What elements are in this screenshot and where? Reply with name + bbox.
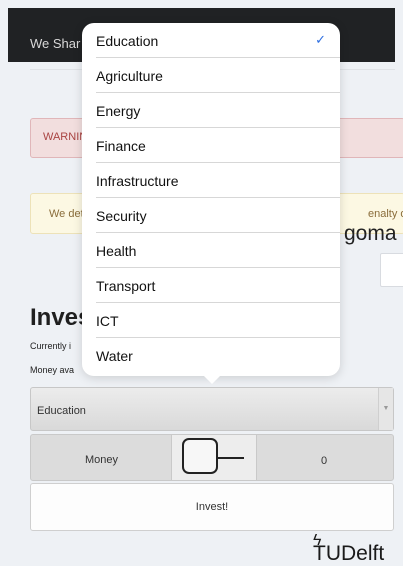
- warning-alert-text: WARNIN: [43, 131, 88, 143]
- option-label: Education: [96, 33, 159, 49]
- dropdown-option-water[interactable]: Water: [82, 338, 340, 373]
- dropdown-option-education[interactable]: Education ✓: [82, 23, 340, 58]
- region-tab[interactable]: [380, 253, 403, 287]
- option-label: Infrastructure: [96, 173, 179, 189]
- option-label: ICT: [96, 313, 119, 329]
- money-input-row: Money 0: [30, 434, 394, 481]
- dropdown-option-security[interactable]: Security: [82, 198, 340, 233]
- tudelft-logo: ϟ TUDelft: [313, 532, 385, 566]
- option-label: Agriculture: [96, 68, 163, 84]
- dropdown-option-health[interactable]: Health: [82, 233, 340, 268]
- money-slider[interactable]: [171, 435, 257, 480]
- option-label: Security: [96, 208, 147, 224]
- slider-thumb[interactable]: [182, 438, 218, 474]
- flame-icon: ϟ: [313, 532, 322, 549]
- dropdown-arrow: [202, 374, 222, 384]
- chevron-down-icon: ▼: [378, 388, 393, 430]
- option-label: Energy: [96, 103, 141, 119]
- dropdown-option-infrastructure[interactable]: Infrastructure: [82, 163, 340, 198]
- option-label: Health: [96, 243, 137, 259]
- logo-delft: Delft: [341, 542, 385, 565]
- dropdown-option-transport[interactable]: Transport: [82, 268, 340, 303]
- sector-select-value: Education: [37, 405, 86, 417]
- money-available-text: Money ava: [30, 365, 75, 375]
- currently-invested-text: Currently i: [30, 341, 72, 351]
- brand-title[interactable]: We Shar: [30, 36, 80, 51]
- region-heading: goma: [344, 222, 397, 245]
- option-label: Transport: [96, 278, 156, 294]
- penalty-alert-text-right: enalty of 180: [368, 208, 403, 220]
- checkmark-icon: ✓: [315, 32, 326, 47]
- money-value: 0: [321, 455, 328, 467]
- sector-select[interactable]: Education ▼: [30, 387, 394, 431]
- option-label: Water: [96, 348, 133, 364]
- money-label: Money: [85, 454, 119, 466]
- dropdown-option-finance[interactable]: Finance: [82, 128, 340, 163]
- sector-dropdown-menu: Education ✓ Agriculture Energy Finance I…: [82, 23, 340, 376]
- dropdown-option-energy[interactable]: Energy: [82, 93, 340, 128]
- dropdown-option-ict[interactable]: ICT: [82, 303, 340, 338]
- dropdown-option-agriculture[interactable]: Agriculture: [82, 58, 340, 93]
- option-label: Finance: [96, 138, 146, 154]
- invest-button[interactable]: Invest!: [30, 483, 394, 531]
